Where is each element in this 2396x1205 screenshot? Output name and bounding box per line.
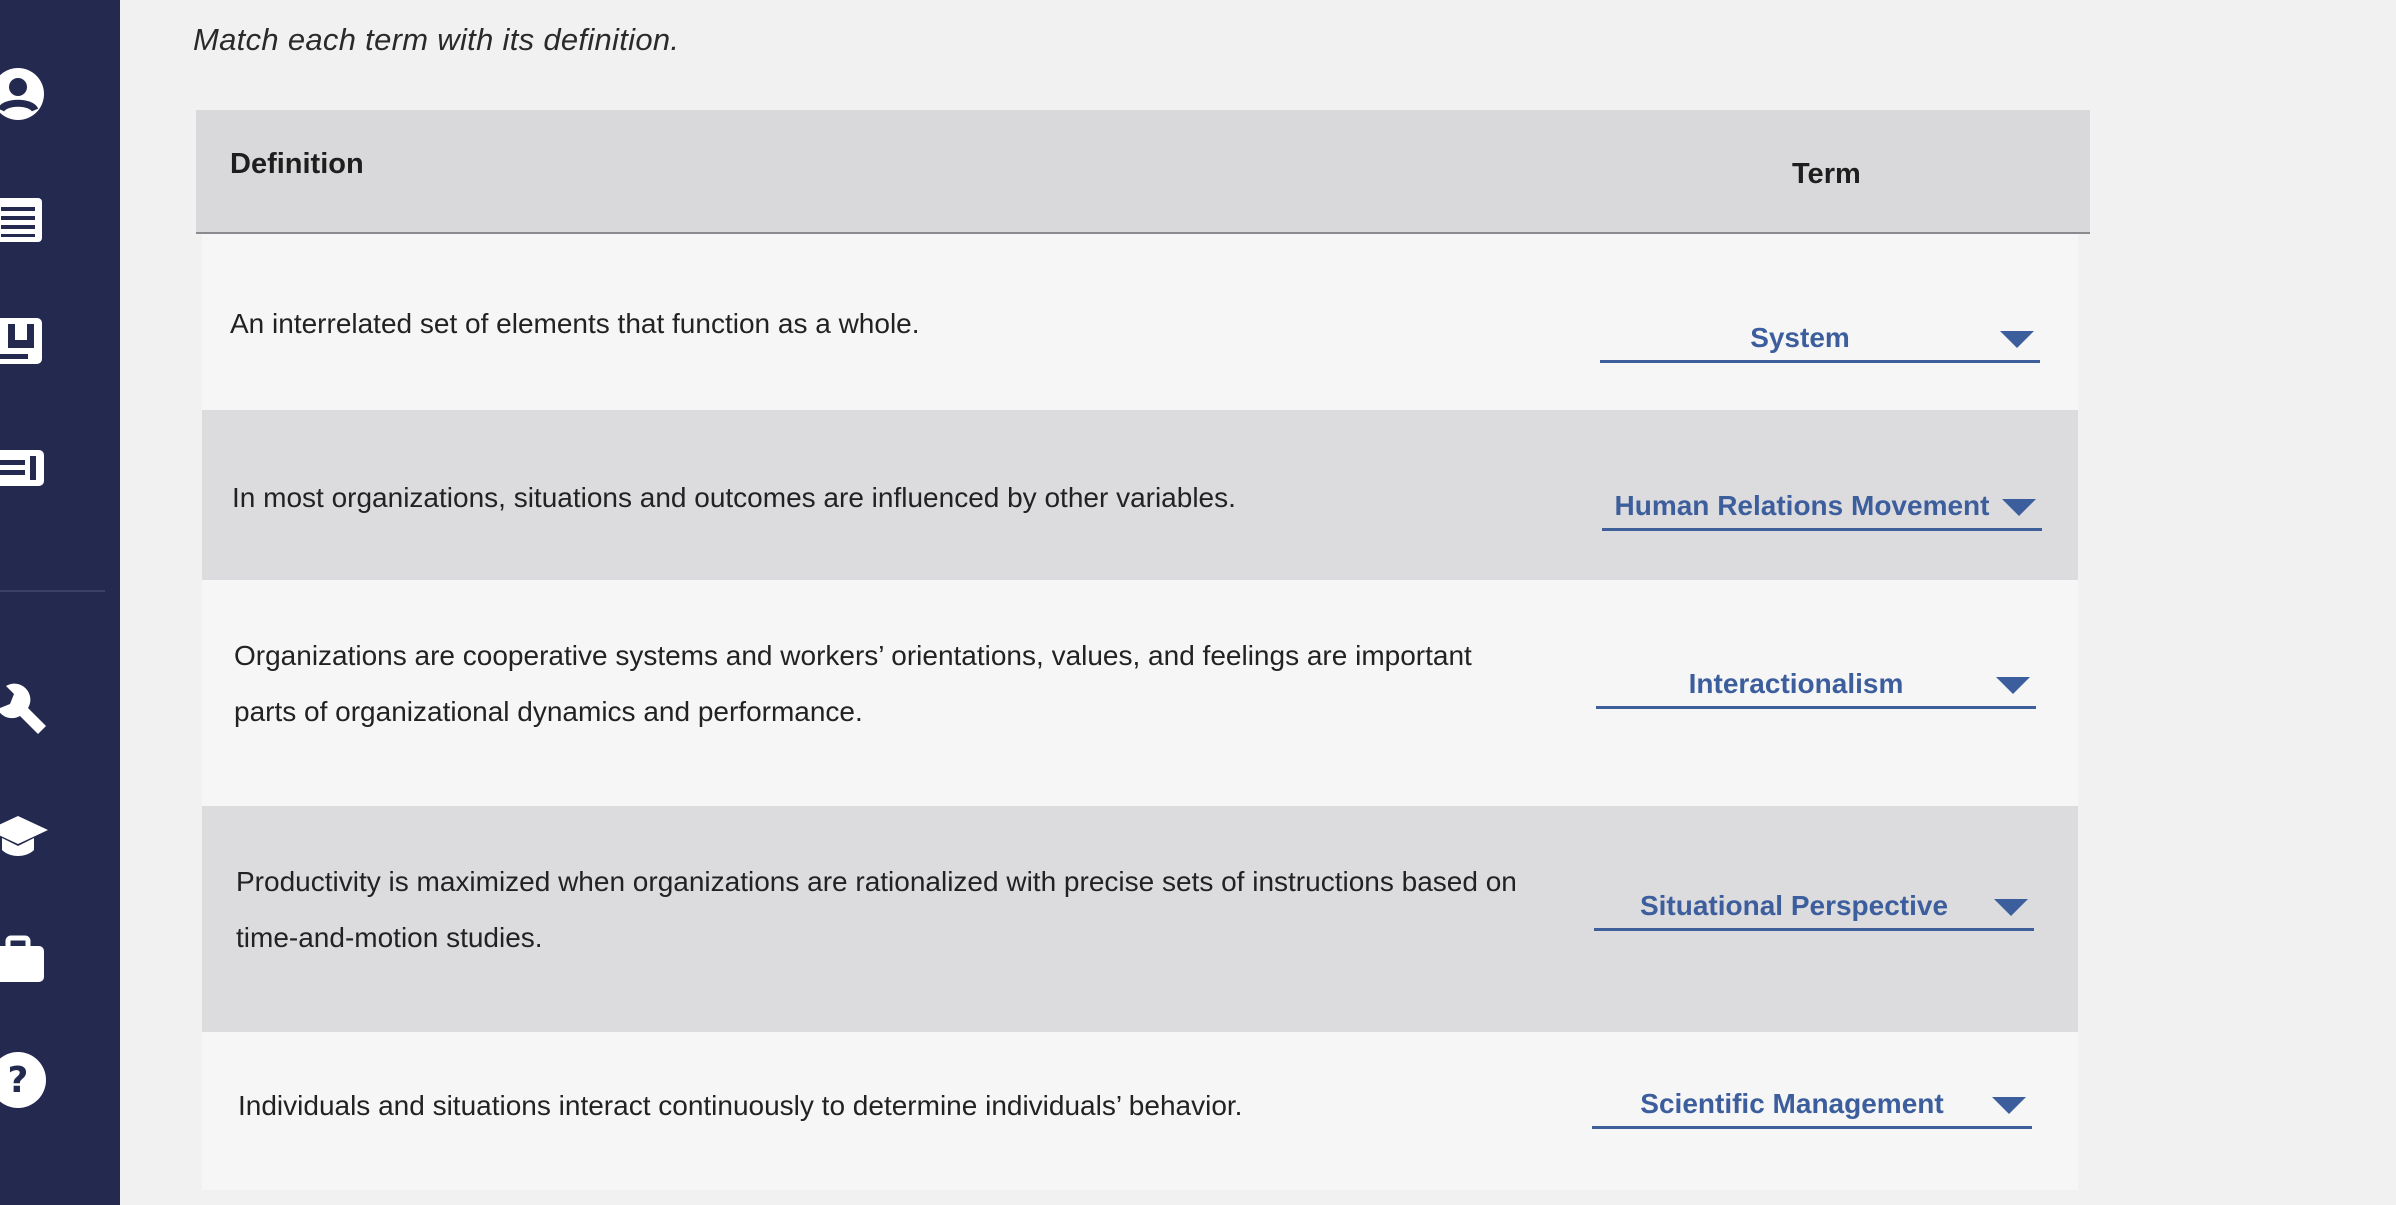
term-dropdown[interactable]: Interactionalism	[1596, 666, 2036, 709]
instructions-text: Match each term with its definition.	[193, 22, 680, 57]
term-dropdown-value: Interactionalism	[1688, 668, 1904, 699]
list-icon[interactable]	[0, 188, 50, 252]
definition-text: An interrelated set of elements that fun…	[230, 308, 920, 339]
dropdown-arrow-icon	[1992, 1097, 2026, 1114]
card-icon[interactable]	[0, 436, 50, 500]
table-row: Productivity is maximized when organizat…	[202, 806, 2078, 1032]
definition-text: In most organizations, situations and ou…	[232, 482, 1236, 513]
definition-column-header: Definition	[230, 148, 364, 180]
definition-text: Productivity is maximized when organizat…	[236, 854, 1656, 966]
definition-line: Productivity is maximized when organizat…	[236, 866, 1517, 897]
briefcase-icon[interactable]	[0, 928, 50, 992]
table-row: An interrelated set of elements that fun…	[202, 234, 2078, 410]
table-row: In most organizations, situations and ou…	[202, 410, 2078, 580]
definition-line: time-and-motion studies.	[236, 922, 543, 953]
book-icon[interactable]	[0, 310, 50, 374]
term-dropdown[interactable]: Situational Perspective	[1594, 888, 2034, 931]
help-icon[interactable]: ?	[0, 1048, 50, 1112]
term-dropdown[interactable]: Human Relations Movement	[1602, 488, 2042, 531]
user-icon[interactable]	[0, 62, 50, 126]
sidebar-divider	[0, 590, 105, 592]
matching-table: Definition Term An interrelated set of e…	[196, 110, 2090, 1190]
dropdown-arrow-icon	[1996, 677, 2030, 694]
term-dropdown-value: System	[1750, 322, 1850, 353]
definition-text: Individuals and situations interact cont…	[238, 1090, 1243, 1121]
definition-line: Organizations are cooperative systems an…	[234, 640, 1472, 671]
table-row: Individuals and situations interact cont…	[202, 1032, 2078, 1190]
svg-text:?: ?	[8, 1060, 29, 1101]
table-row: Organizations are cooperative systems an…	[202, 580, 2078, 806]
definition-line: parts of organizational dynamics and per…	[234, 696, 863, 727]
term-dropdown-value: Human Relations Movement	[1614, 490, 1990, 521]
definition-text: Organizations are cooperative systems an…	[234, 628, 1654, 740]
graduation-cap-icon[interactable]	[0, 804, 50, 868]
wrench-icon[interactable]	[0, 680, 50, 744]
sidebar: ?	[0, 0, 120, 1205]
term-dropdown[interactable]: System	[1600, 320, 2040, 363]
term-dropdown-value: Situational Perspective	[1639, 890, 1949, 921]
dropdown-arrow-icon	[2000, 331, 2034, 348]
term-dropdown-value: Scientific Management	[1640, 1088, 1944, 1119]
table-header: Definition Term	[196, 110, 2090, 234]
dropdown-arrow-icon	[2002, 499, 2036, 516]
dropdown-arrow-icon	[1994, 899, 2028, 916]
term-column-header: Term	[1792, 158, 1861, 190]
term-dropdown[interactable]: Scientific Management	[1592, 1086, 2032, 1129]
